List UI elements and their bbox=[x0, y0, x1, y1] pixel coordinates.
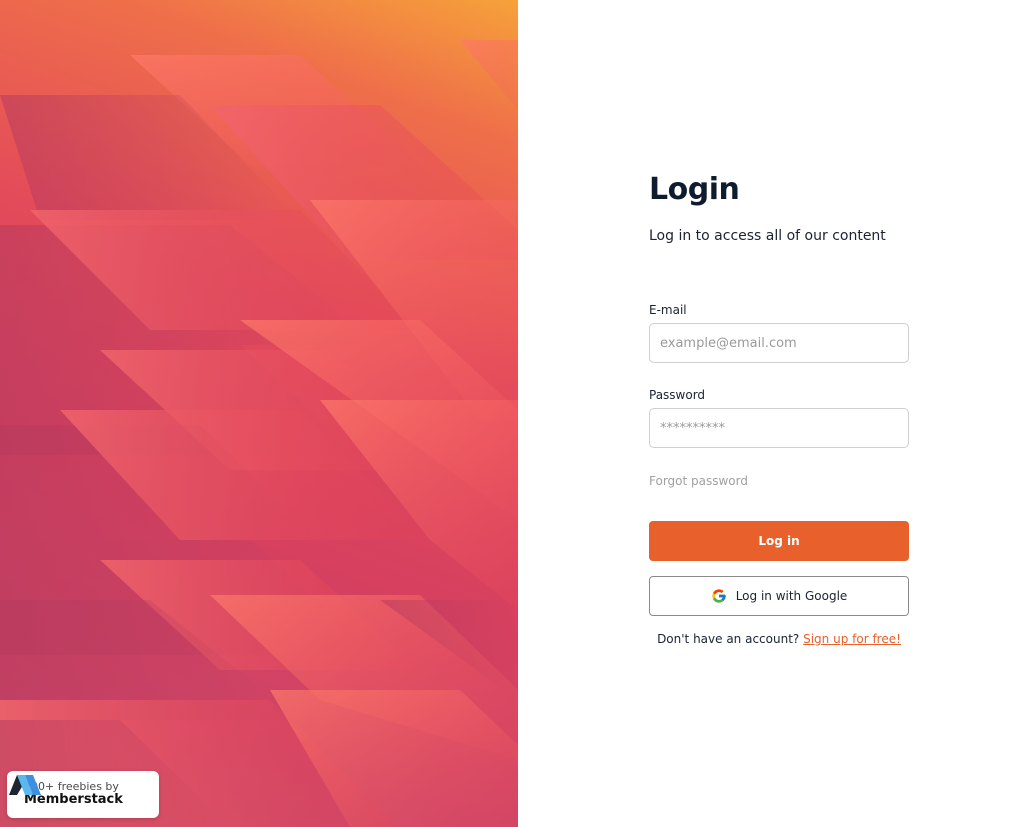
abstract-shapes bbox=[0, 40, 518, 827]
signup-text: Don't have an account? bbox=[657, 632, 800, 646]
signup-link[interactable]: Sign up for free! bbox=[803, 632, 901, 646]
google-login-button[interactable]: Log in with Google bbox=[649, 576, 909, 616]
freebies-badge[interactable]: 200+ freebies by Memberstack bbox=[7, 771, 159, 818]
forgot-password-link[interactable]: Forgot password bbox=[649, 473, 909, 489]
page-subtitle: Log in to access all of our content bbox=[649, 228, 886, 244]
google-button-label: Log in with Google bbox=[735, 589, 848, 603]
login-page: 200+ freebies by Memberstack Login Log i… bbox=[0, 0, 1036, 827]
page-title: Login bbox=[649, 172, 740, 207]
email-field[interactable] bbox=[649, 323, 909, 363]
memberstack-logo-icon bbox=[9, 775, 41, 795]
signup-prompt: Don't have an account? Sign up for free! bbox=[649, 631, 909, 647]
login-form: Login Log in to access all of our conten… bbox=[649, 170, 909, 647]
google-icon bbox=[712, 589, 726, 603]
password-label: Password bbox=[649, 388, 706, 402]
hero-background: 200+ freebies by Memberstack bbox=[0, 0, 518, 827]
login-button[interactable]: Log in bbox=[649, 521, 909, 561]
password-field[interactable] bbox=[649, 408, 909, 448]
email-label: E-mail bbox=[649, 303, 687, 317]
